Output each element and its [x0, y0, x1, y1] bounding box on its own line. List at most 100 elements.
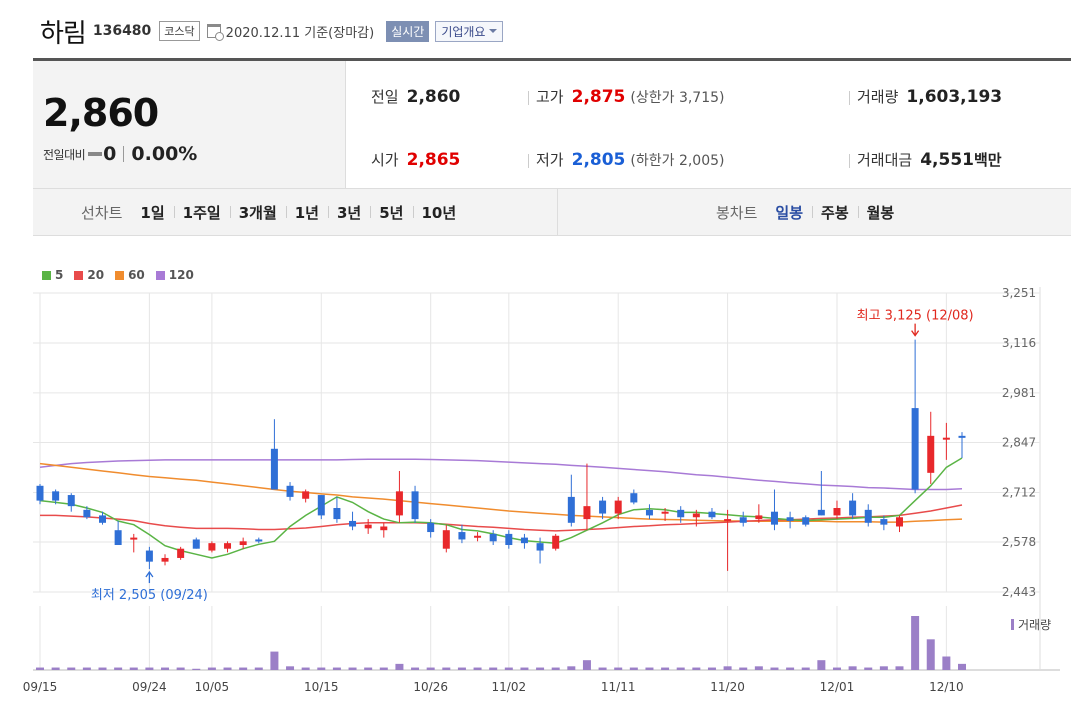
x-tick-label: 11/11	[601, 680, 636, 694]
volume-bar	[629, 667, 638, 670]
volume-bar	[864, 667, 873, 670]
candle	[630, 489, 638, 505]
divider	[123, 146, 125, 162]
period-1y[interactable]: 1년	[285, 202, 328, 223]
high-annotation: 최고 3,125 (12/08)	[857, 309, 974, 324]
candle-body	[130, 537, 138, 540]
period-10y[interactable]: 10년	[412, 202, 466, 223]
stat-amount: 거래대금 4,551 백만	[857, 149, 1002, 170]
candle-body	[755, 515, 763, 520]
candle-body	[895, 517, 903, 527]
volume-bar	[614, 667, 623, 670]
x-tick-label: 11/20	[710, 680, 745, 694]
candle	[349, 511, 357, 531]
period-3m[interactable]: 3개월	[229, 202, 286, 223]
x-tick-label: 09/15	[23, 680, 58, 694]
candle	[380, 522, 388, 538]
y-tick-label: 2,847	[1002, 436, 1036, 450]
candle-body	[770, 511, 778, 525]
chart-legend: 5 20 60 120	[42, 268, 205, 282]
candle	[145, 546, 153, 570]
stock-header: 하림 136480 코스닥 2020.12.11 기준(장마감) 실시간 기업개…	[40, 14, 504, 49]
candle-monthly[interactable]: 월봉	[857, 202, 904, 223]
period-1d[interactable]: 1일	[131, 202, 173, 223]
candle-weekly[interactable]: 주봉	[812, 202, 858, 223]
volume-label: 거래량	[1018, 618, 1051, 632]
candle-daily[interactable]: 일봉	[766, 202, 812, 223]
candle	[489, 530, 497, 546]
candle	[411, 485, 419, 523]
candle-body	[817, 509, 825, 516]
volume-bar	[192, 668, 201, 670]
volume-bar	[129, 667, 138, 670]
volume-bar	[598, 667, 607, 670]
reference-date: 2020.12.11 기준(장마감)	[225, 25, 375, 41]
candle-body	[239, 541, 247, 546]
change-label: 전일대비	[43, 147, 86, 162]
candle-body	[505, 533, 513, 546]
candle	[239, 537, 247, 549]
candle-body	[724, 519, 732, 522]
volume-bar	[536, 667, 545, 670]
candle-chart-label: 봉차트	[716, 203, 758, 222]
candle	[958, 432, 966, 459]
candle-body	[161, 557, 169, 562]
stat-open: 시가 2,865	[371, 149, 460, 170]
candle	[208, 541, 216, 553]
candle-body	[942, 437, 950, 440]
line-chart-label: 선차트	[81, 203, 123, 222]
candle-body	[802, 517, 810, 525]
volume-bar	[832, 667, 841, 670]
candle-body	[333, 507, 341, 520]
x-tick-label: 12/10	[929, 680, 964, 694]
candle-body	[630, 493, 638, 503]
candle-body	[442, 530, 450, 549]
upper-limit: (상한가 3,715)	[630, 90, 725, 106]
high-value: 2,875	[571, 87, 626, 107]
period-1w[interactable]: 1주일	[173, 202, 230, 223]
volume-bar	[801, 667, 810, 670]
volume-bar	[395, 663, 404, 670]
amount-unit: 백만	[973, 151, 1002, 169]
current-price: 2,860	[43, 91, 159, 135]
amount-value: 4,551	[920, 150, 974, 170]
price-stats: 전일 2,860 고가 2,875 (상한가 3,715) 거래량 1,603,…	[346, 61, 1071, 188]
volume-legend-swatch	[1011, 619, 1014, 630]
prev-label: 전일	[371, 88, 399, 106]
candle	[864, 504, 872, 527]
candle	[927, 411, 935, 484]
candle-body	[614, 500, 622, 514]
candle	[427, 519, 435, 538]
chart-canvas: 3,251 3,116 2,981 2,847 2,712 2,578 2,443 09/15…	[23, 286, 1060, 694]
candle	[786, 511, 794, 529]
period-5y[interactable]: 5년	[370, 202, 412, 223]
candle	[177, 546, 185, 560]
volume-bar	[661, 667, 670, 670]
candle-body	[114, 530, 122, 546]
period-3y[interactable]: 3년	[328, 202, 370, 223]
volume-bar	[51, 667, 60, 670]
volume-bar	[848, 666, 857, 670]
volume-value: 1,603,193	[906, 87, 1003, 107]
volume-bar	[207, 667, 216, 670]
candle	[114, 520, 122, 546]
volume-bar	[489, 667, 498, 670]
candle-body	[599, 500, 607, 514]
x-tick-label: 11/02	[492, 680, 527, 694]
y-tick-label: 2,443	[1002, 585, 1036, 599]
candle-body	[520, 537, 528, 544]
legend-swatch	[42, 270, 51, 280]
legend-label: 20	[87, 268, 105, 282]
candle	[395, 470, 403, 523]
candle	[302, 489, 310, 503]
volume-bar	[82, 667, 91, 670]
stat-high: 고가 2,875 (상한가 3,715)	[536, 86, 724, 107]
candle	[583, 463, 591, 531]
volume-bar	[332, 667, 341, 670]
candle-body	[192, 539, 200, 549]
low-value: 2,805	[571, 150, 626, 170]
company-overview-button[interactable]: 기업개요	[435, 20, 504, 42]
realtime-button[interactable]: 실시간	[386, 20, 430, 42]
candle-body	[395, 491, 403, 516]
candle	[911, 339, 919, 494]
